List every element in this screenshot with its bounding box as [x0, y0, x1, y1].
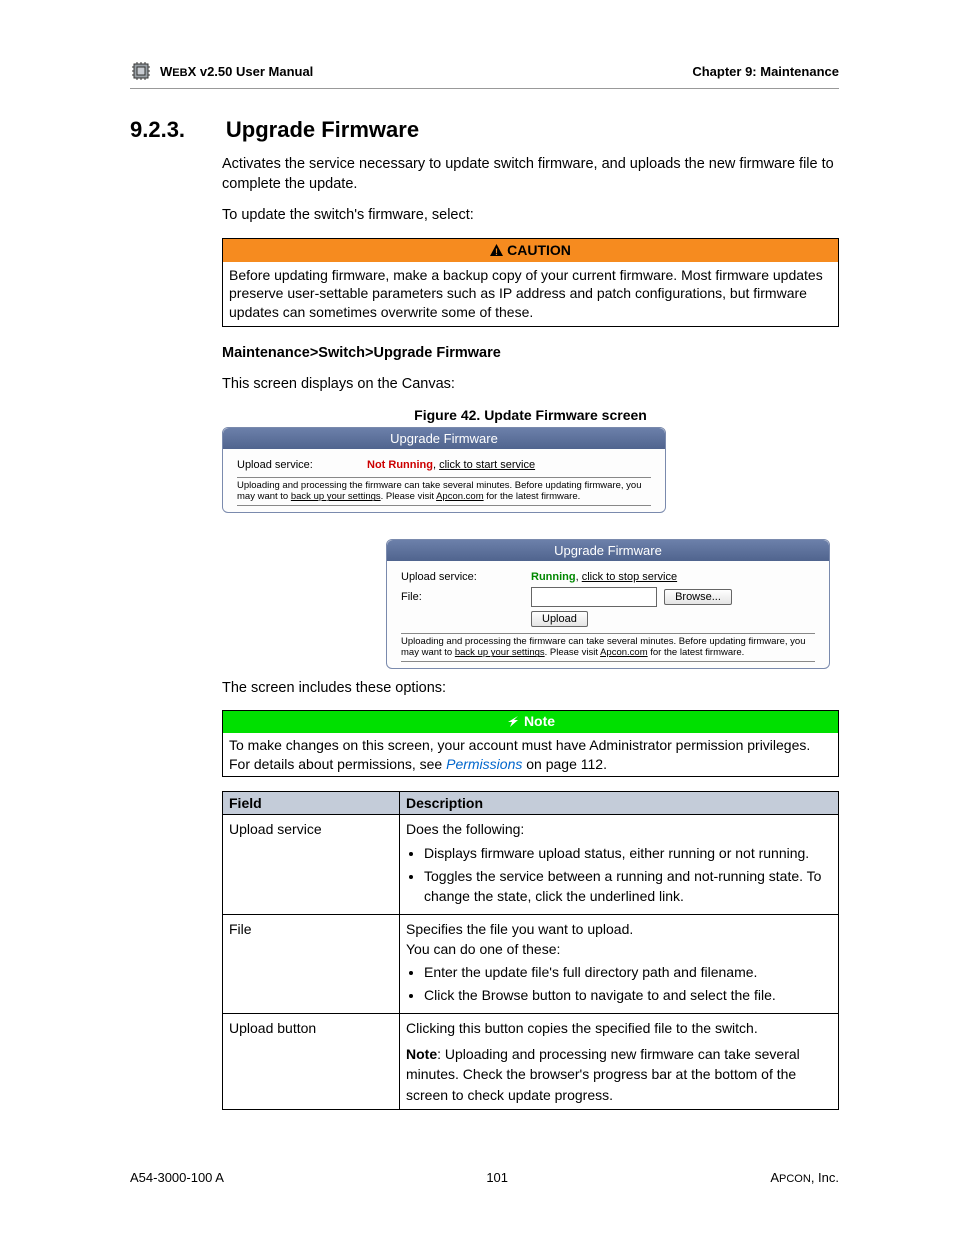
apcon-link-2[interactable]: Apcon.com: [600, 647, 648, 658]
header-left: WEBX v2.50 User Manual: [130, 60, 313, 82]
backup-link[interactable]: back up your settings: [291, 491, 381, 502]
footer-page-number: 101: [486, 1170, 508, 1185]
caution-text: Before updating firmware, make a backup …: [223, 262, 838, 326]
note-header: Note: [223, 711, 838, 733]
svg-text:!: !: [495, 247, 498, 256]
chapter-label: Chapter 9: Maintenance: [692, 64, 839, 79]
field-description-table: Field Description Upload service Does th…: [222, 791, 839, 1110]
intro-paragraph-1: Activates the service necessary to updat…: [222, 155, 839, 194]
footer-company: APCON, Inc.: [770, 1170, 839, 1185]
table-row: Upload button Clicking this button copie…: [223, 1013, 839, 1109]
table-row: Upload service Does the following: Displ…: [223, 815, 839, 914]
intro-paragraph-2: To update the switch's firmware, select:: [222, 206, 839, 226]
stop-service-link[interactable]: click to stop service: [582, 571, 677, 583]
file-label: File:: [401, 591, 531, 603]
note-box: Note To make changes on this screen, you…: [222, 710, 839, 777]
panel-running: Upgrade Firmware Upload service: Running…: [386, 539, 830, 670]
file-path-input[interactable]: [531, 587, 657, 607]
apcon-link[interactable]: Apcon.com: [436, 491, 484, 502]
browse-button[interactable]: Browse...: [664, 589, 732, 605]
firmware-panels: Upgrade Firmware Upload service: Not Run…: [222, 427, 839, 667]
panel-hint-2: Uploading and processing the firmware ca…: [401, 633, 815, 663]
breadcrumb-path: Maintenance>Switch>Upgrade Firmware: [222, 345, 839, 361]
options-intro: The screen includes these options:: [222, 679, 839, 699]
caution-box: ! CAUTION Before updating firmware, make…: [222, 238, 839, 327]
upload-service-label: Upload service:: [237, 459, 367, 471]
panel-hint: Uploading and processing the firmware ca…: [237, 477, 651, 507]
panel-not-running: Upgrade Firmware Upload service: Not Run…: [222, 427, 666, 514]
upload-status: Not Running, click to start service: [367, 459, 535, 471]
table-row: File Specifies the file you want to uplo…: [223, 914, 839, 1013]
permissions-link[interactable]: Permissions: [446, 756, 522, 772]
product-name: WEBX v2.50 User Manual: [160, 64, 313, 79]
figure-caption: Figure 42. Update Firmware screen: [222, 407, 839, 423]
page-header: WEBX v2.50 User Manual Chapter 9: Mainte…: [130, 60, 839, 89]
panel-title-2: Upgrade Firmware: [387, 540, 829, 561]
th-description: Description: [400, 792, 839, 815]
note-text: To make changes on this screen, your acc…: [223, 733, 838, 776]
caution-header: ! CAUTION: [223, 239, 838, 262]
warning-icon: !: [490, 243, 503, 259]
panel-title: Upgrade Firmware: [223, 428, 665, 449]
th-field: Field: [223, 792, 400, 815]
chip-icon: [130, 60, 152, 82]
canvas-line: This screen displays on the Canvas:: [222, 375, 839, 395]
section-title: Upgrade Firmware: [226, 117, 419, 143]
upload-button[interactable]: Upload: [531, 611, 588, 627]
page-footer: A54-3000-100 A 101 APCON, Inc.: [130, 1170, 839, 1185]
footer-doc-id: A54-3000-100 A: [130, 1170, 224, 1185]
section-number: 9.2.3.: [130, 117, 222, 143]
note-icon: [506, 714, 520, 731]
start-service-link[interactable]: click to start service: [439, 459, 535, 471]
upload-service-label-2: Upload service:: [401, 571, 531, 583]
backup-link-2[interactable]: back up your settings: [455, 647, 545, 658]
section-heading: 9.2.3. Upgrade Firmware: [130, 117, 839, 143]
upload-status-2: Running, click to stop service: [531, 571, 677, 583]
